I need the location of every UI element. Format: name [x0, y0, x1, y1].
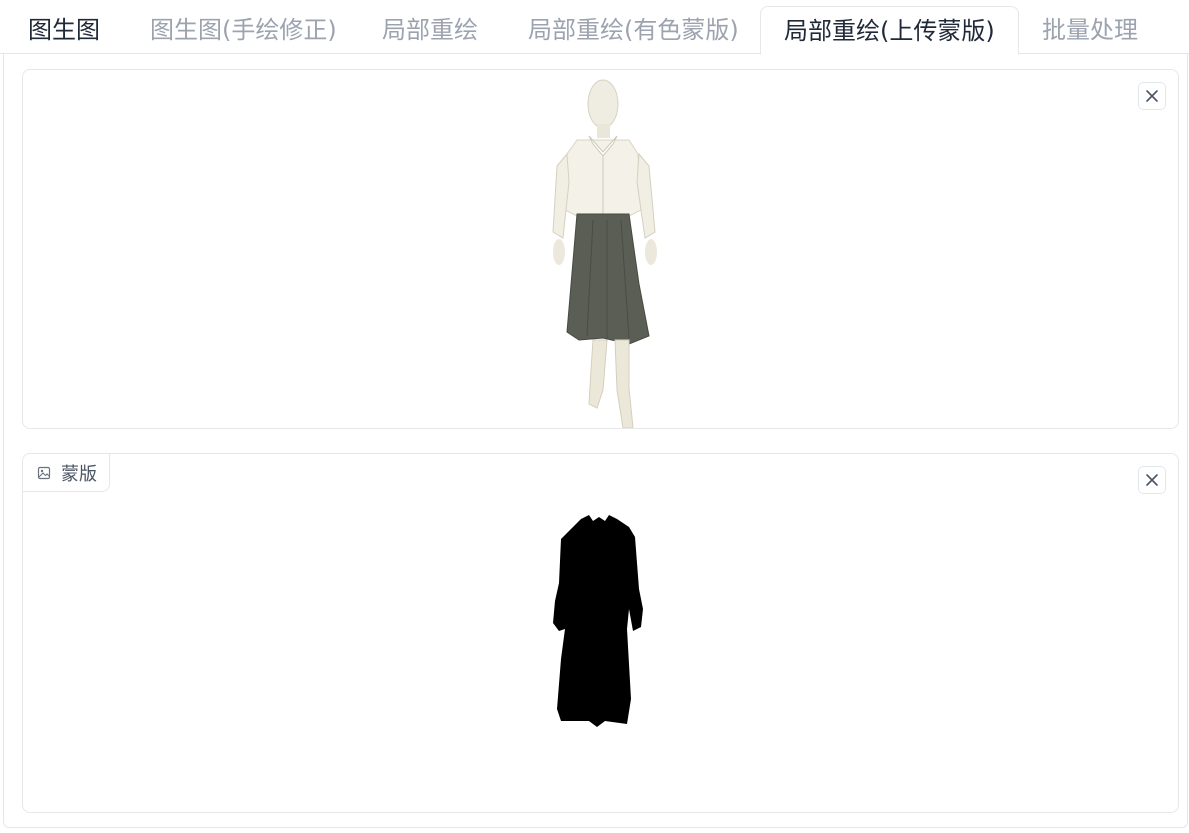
- mask-label: 蒙版: [61, 463, 97, 485]
- close-icon: [1146, 90, 1158, 102]
- source-image-box[interactable]: [22, 69, 1179, 429]
- tab-batch[interactable]: 批量处理: [1042, 6, 1138, 53]
- tab-inpaint-color-mask[interactable]: 局部重绘(有色蒙版): [528, 6, 739, 53]
- tab-img2img[interactable]: 图生图: [28, 6, 100, 53]
- mask-silhouette-image: [553, 515, 643, 727]
- clear-source-image-button[interactable]: [1138, 82, 1166, 110]
- image-icon: [37, 466, 51, 479]
- tab-bar: 图生图 图生图(手绘修正) 局部重绘 局部重绘(有色蒙版) 局部重绘(上传蒙版)…: [0, 0, 1189, 55]
- mask-image-box[interactable]: 蒙版: [22, 453, 1179, 813]
- tab-inpaint[interactable]: 局部重绘: [382, 6, 478, 53]
- clear-mask-image-button[interactable]: [1138, 466, 1166, 494]
- tab-inpaint-upload-mask[interactable]: 局部重绘(上传蒙版): [760, 6, 1019, 55]
- mask-label-chip: 蒙版: [23, 454, 110, 492]
- close-icon: [1146, 474, 1158, 486]
- tab-img2img-sketch[interactable]: 图生图(手绘修正): [150, 6, 337, 53]
- mannequin-image: [552, 79, 657, 428]
